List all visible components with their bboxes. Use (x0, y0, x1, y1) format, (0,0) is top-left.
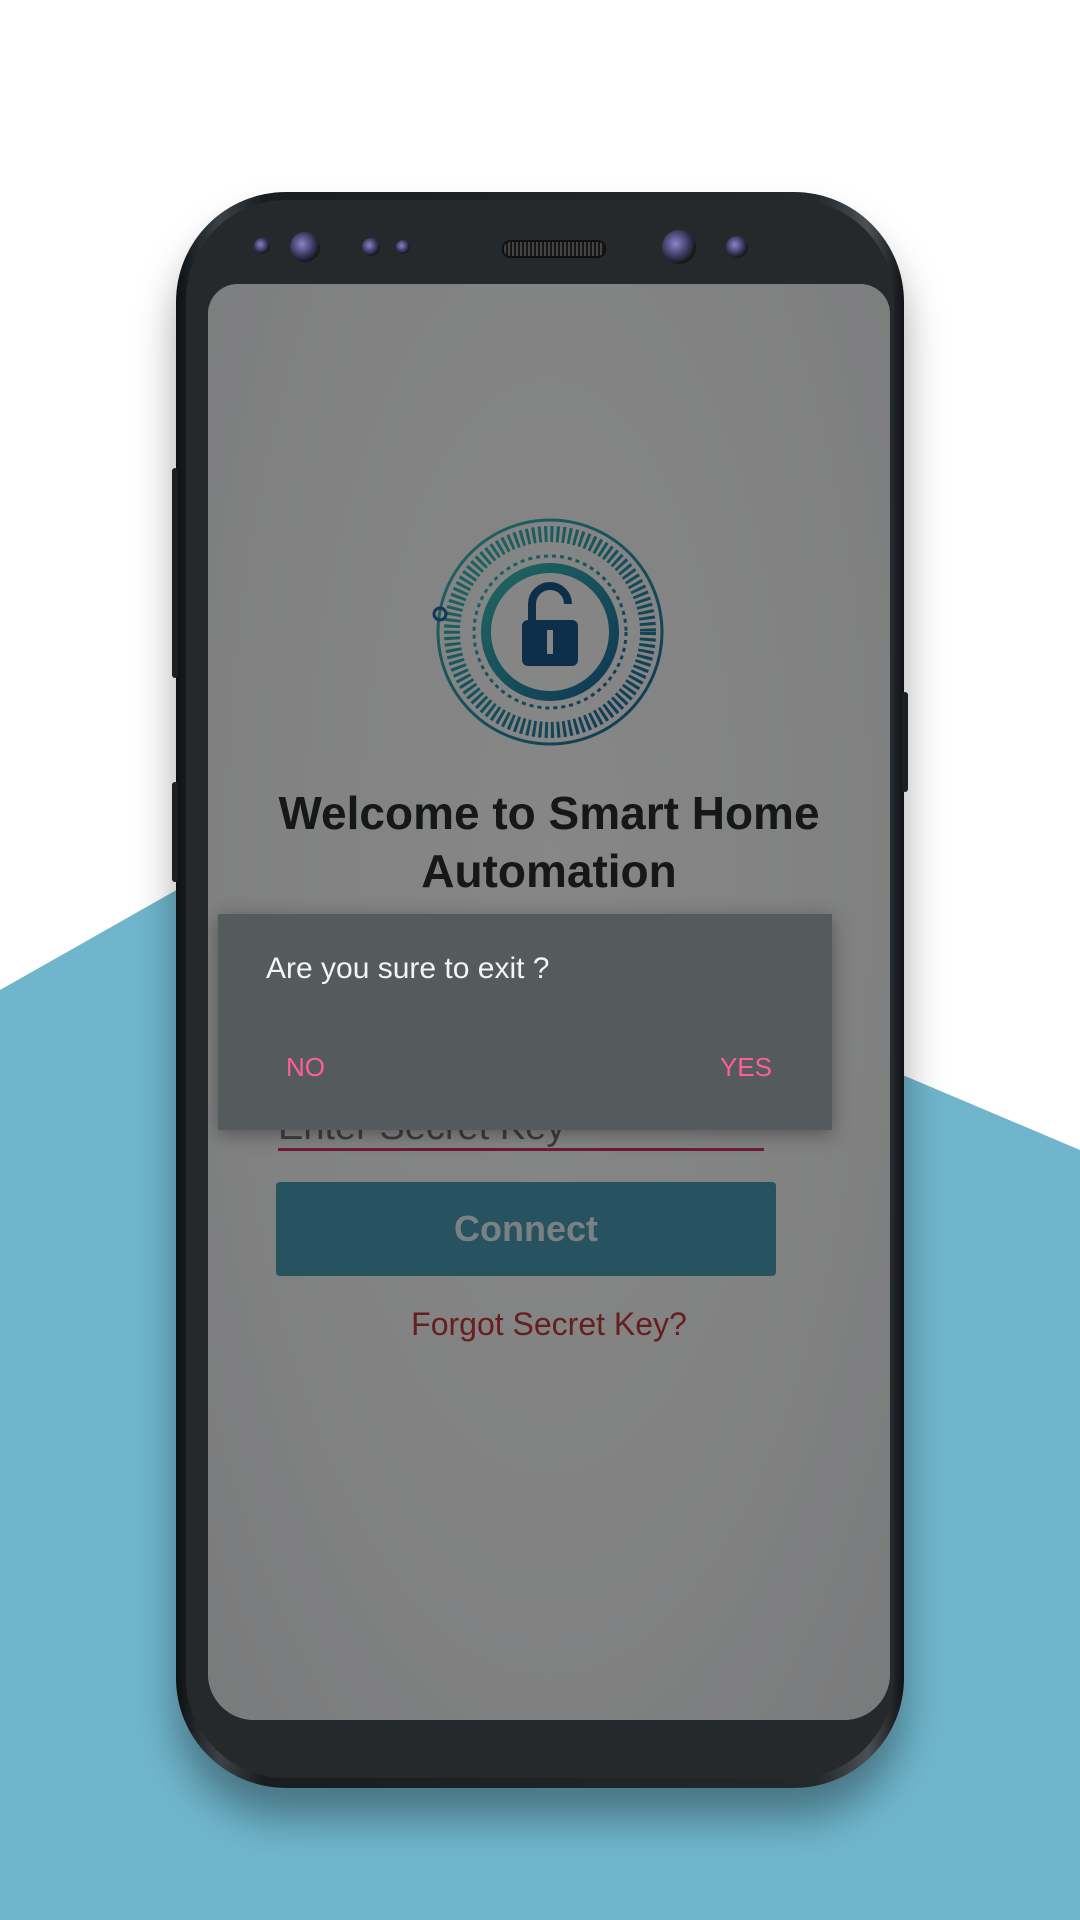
earpiece-speaker (502, 240, 606, 258)
power-button (902, 692, 908, 792)
proximity-sensor-icon (254, 238, 270, 254)
dialog-message: Are you sure to exit ? (266, 952, 550, 985)
iris-scanner-icon (726, 236, 748, 258)
exit-confirm-dialog: Are you sure to exit ? NO YES (218, 914, 832, 1130)
bixby-button (172, 782, 178, 882)
phone-face: Welcome to Smart Home Automation Connect… (186, 200, 894, 1778)
volume-button (172, 468, 178, 678)
app-screen: Welcome to Smart Home Automation Connect… (208, 284, 890, 1720)
led-indicator-icon (396, 240, 410, 254)
phone-frame: Welcome to Smart Home Automation Connect… (172, 192, 908, 1788)
iris-camera-icon (290, 232, 320, 262)
light-sensor-icon (362, 238, 380, 256)
front-camera-icon (662, 230, 696, 264)
device-mockup: Welcome to Smart Home Automation Connect… (0, 0, 1080, 1920)
bottom-bezel (208, 1718, 872, 1764)
dialog-yes-button[interactable]: YES (720, 1052, 772, 1083)
dialog-no-button[interactable]: NO (286, 1052, 325, 1083)
